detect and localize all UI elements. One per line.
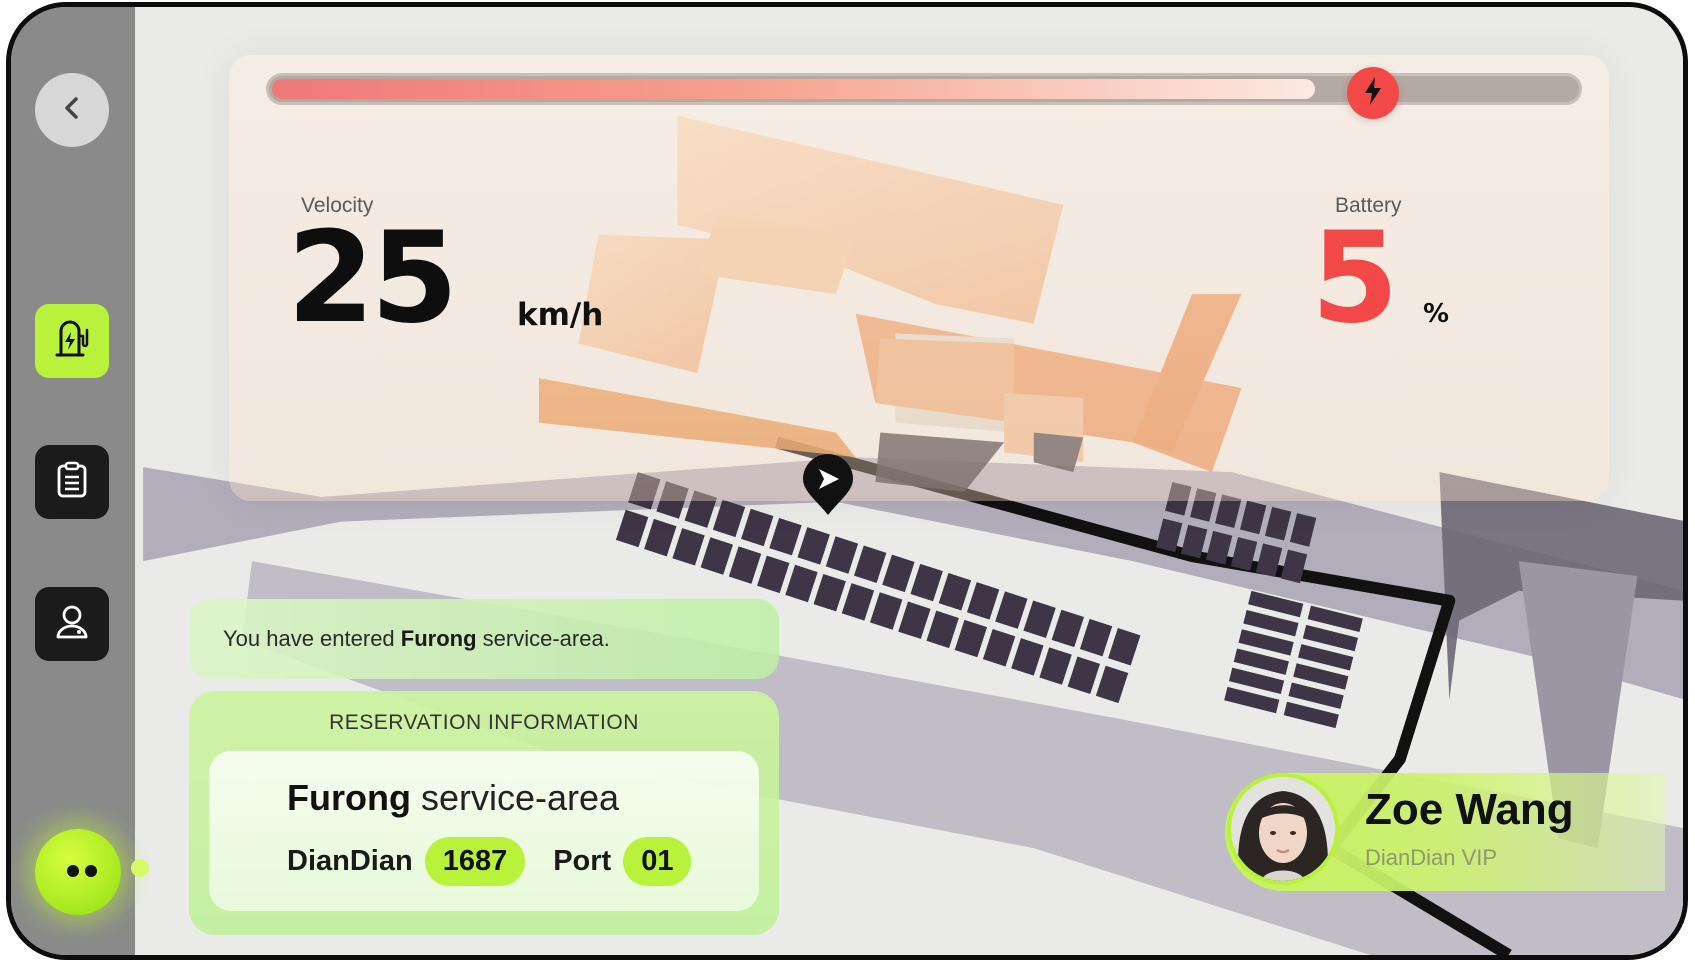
reservation-area-suffix: service-area	[410, 777, 620, 818]
profile-button[interactable]	[35, 587, 109, 661]
user-icon	[54, 603, 90, 646]
reservation-title: RESERVATION INFORMATION	[329, 711, 639, 734]
reservation-area: Furong service-area	[287, 777, 619, 819]
velocity-unit: km/h	[517, 297, 604, 333]
lightning-bolt-icon	[1362, 76, 1384, 111]
assistant-eye	[67, 865, 79, 877]
notice-prefix: You have entered	[223, 626, 401, 651]
user-tier: DianDian VIP	[1365, 845, 1498, 870]
reservation-details: Furong service-area DianDian 1687 Port 0…	[209, 751, 759, 911]
velocity-value: 25	[287, 204, 458, 351]
sidebar	[11, 7, 149, 955]
user-name: Zoe Wang	[1365, 785, 1574, 834]
chevron-left-icon	[59, 95, 85, 126]
battery-unit: %	[1423, 299, 1450, 329]
assistant-face-icon[interactable]	[35, 829, 121, 915]
station-label: DianDian	[287, 845, 413, 877]
charge-progress-knob[interactable]	[1347, 67, 1399, 119]
battery-value: 5	[1311, 204, 1399, 351]
reservation-area-name: Furong	[287, 777, 411, 818]
assistant-bubble-dot	[131, 859, 149, 877]
charging-station-icon	[52, 319, 92, 364]
station-number-badge: 1687	[424, 837, 526, 886]
area-notice: You have entered Furong service-area.	[189, 599, 779, 679]
reservation-card[interactable]: RESERVATION INFORMATION Furong service-a…	[189, 691, 779, 935]
back-button[interactable]	[35, 73, 109, 147]
clipboard-button[interactable]	[35, 445, 109, 519]
app-window: Velocity 25 km/h Battery 5 % You have en…	[6, 2, 1688, 960]
port-number-badge: 01	[623, 837, 692, 886]
charging-station-button[interactable]	[35, 304, 109, 378]
avatar[interactable]	[1227, 773, 1339, 885]
assistant-eye	[85, 865, 97, 877]
port-label: Port	[553, 845, 612, 877]
charge-progress-fill	[272, 79, 1315, 99]
reservation-station-row: DianDian 1687 Port 01	[287, 837, 692, 886]
clipboard-list-icon	[55, 461, 89, 504]
navigation-pin-icon[interactable]	[801, 453, 855, 522]
notice-suffix: service-area.	[476, 626, 610, 651]
notice-place: Furong	[400, 626, 477, 651]
